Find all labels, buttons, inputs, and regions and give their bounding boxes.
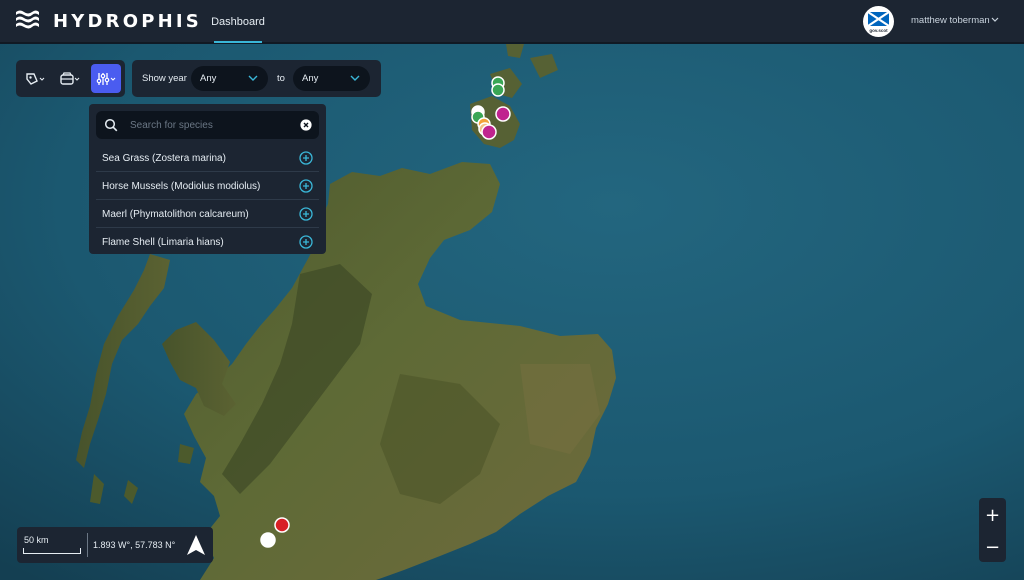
tab-dashboard-label: Dashboard bbox=[211, 15, 265, 28]
species-item[interactable]: Horse Mussels (Modiolus modiolus) bbox=[96, 172, 319, 200]
chevron-down-icon bbox=[248, 75, 258, 81]
filter-button[interactable] bbox=[91, 64, 121, 93]
year-to-value: Any bbox=[302, 73, 319, 84]
species-search-input[interactable] bbox=[130, 116, 290, 134]
species-item[interactable]: Flame Shell (Limaria hians) bbox=[96, 228, 319, 254]
map-info-bar: 50 km 1.893 W°, 57.783 N° bbox=[17, 527, 213, 563]
year-to-select[interactable]: Any bbox=[293, 66, 370, 91]
divider bbox=[87, 533, 88, 557]
add-circle-icon[interactable] bbox=[299, 235, 313, 249]
layers-button[interactable] bbox=[55, 64, 85, 93]
survey-marker[interactable] bbox=[260, 532, 276, 548]
draw-tag-icon bbox=[26, 72, 45, 85]
species-dropdown: Sea Grass (Zostera marina) Horse Mussels… bbox=[89, 104, 326, 254]
survey-marker[interactable] bbox=[491, 83, 505, 97]
add-circle-icon[interactable] bbox=[299, 207, 313, 221]
year-filter: Show year Any to Any bbox=[132, 60, 381, 97]
clear-search-icon[interactable] bbox=[300, 119, 312, 131]
show-year-label: Show year bbox=[142, 73, 187, 84]
cursor-coordinates: 1.893 W°, 57.783 N° bbox=[93, 540, 176, 550]
add-circle-icon[interactable] bbox=[299, 151, 313, 165]
year-from-select[interactable]: Any bbox=[191, 66, 268, 91]
survey-marker[interactable] bbox=[481, 124, 497, 140]
active-tab-indicator bbox=[214, 41, 262, 43]
layers-icon bbox=[60, 71, 80, 85]
zoom-in-button[interactable]: + bbox=[979, 500, 1006, 530]
tab-dashboard[interactable]: Dashboard bbox=[211, 0, 265, 43]
species-item-label: Maerl (Phymatolithon calcareum) bbox=[102, 209, 249, 220]
year-from-value: Any bbox=[200, 73, 217, 84]
species-search bbox=[96, 111, 319, 139]
species-item[interactable]: Maerl (Phymatolithon calcareum) bbox=[96, 200, 319, 228]
survey-marker[interactable] bbox=[495, 106, 511, 122]
to-label: to bbox=[277, 73, 285, 84]
species-item[interactable]: Sea Grass (Zostera marina) bbox=[96, 144, 319, 172]
scale-label: 50 km bbox=[24, 535, 49, 545]
user-avatar[interactable]: gov.scot bbox=[863, 6, 894, 37]
species-item-label: Flame Shell (Limaria hians) bbox=[102, 237, 224, 248]
draw-tool-button[interactable] bbox=[20, 64, 50, 93]
scale-bar bbox=[23, 548, 81, 554]
north-arrow-icon[interactable] bbox=[185, 533, 207, 557]
search-icon bbox=[104, 118, 118, 132]
zoom-out-button[interactable]: − bbox=[979, 532, 1006, 562]
zoom-controls: + − bbox=[979, 498, 1006, 562]
survey-marker[interactable] bbox=[274, 517, 290, 533]
user-name[interactable]: matthew toberman bbox=[911, 15, 990, 26]
avatar-label: gov.scot bbox=[869, 28, 888, 33]
app-name: HYDROPHIS bbox=[53, 11, 202, 32]
chevron-down-icon bbox=[350, 75, 360, 81]
filter-sliders-icon bbox=[96, 72, 116, 85]
add-circle-icon[interactable] bbox=[299, 179, 313, 193]
species-item-label: Sea Grass (Zostera marina) bbox=[102, 153, 226, 164]
species-item-label: Horse Mussels (Modiolus modiolus) bbox=[102, 181, 261, 192]
chevron-down-icon[interactable] bbox=[991, 17, 999, 23]
hydrophis-logo-icon bbox=[16, 10, 39, 29]
top-bar: HYDROPHIS Dashboard gov.scot matthew tob… bbox=[0, 0, 1024, 43]
map-tools bbox=[16, 60, 125, 97]
